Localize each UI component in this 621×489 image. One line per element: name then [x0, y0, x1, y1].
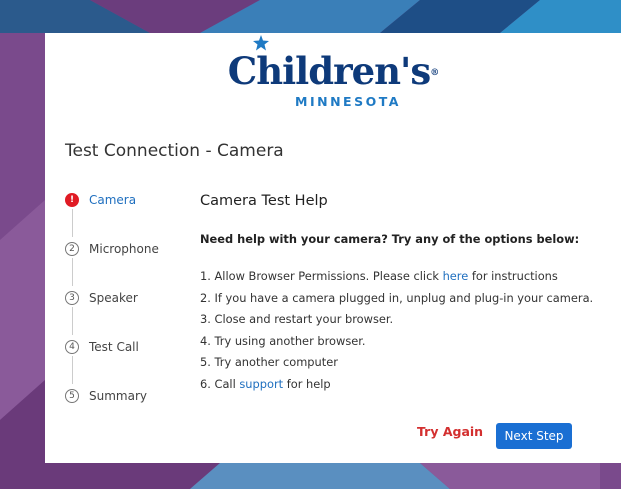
list-item: 5. Try another computer	[200, 352, 593, 374]
try-again-button[interactable]: Try Again	[417, 424, 483, 439]
step-number-icon: 5	[65, 389, 79, 403]
step-label: Speaker	[89, 291, 138, 305]
step-connector	[72, 356, 73, 384]
step-microphone[interactable]: 2 Microphone	[65, 239, 159, 259]
list-item: 6. Call support for help	[200, 374, 593, 396]
help-lead-text: Need help with your camera? Try any of t…	[200, 232, 580, 246]
instruction-text: for instructions	[468, 269, 558, 283]
step-label: Camera	[89, 193, 137, 207]
step-summary[interactable]: 5 Summary	[65, 386, 147, 406]
brand-logo: Children's® MINNESOTA	[45, 35, 621, 109]
help-title: Camera Test Help	[200, 193, 328, 209]
step-connector	[72, 258, 73, 286]
step-test-call[interactable]: 4 Test Call	[65, 337, 139, 357]
step-label: Microphone	[89, 242, 159, 256]
instruction-text: 3. Close and restart your browser.	[200, 312, 394, 326]
next-step-button[interactable]: Next Step	[496, 423, 572, 449]
instruction-text: 1. Allow Browser Permissions. Please cli…	[200, 269, 443, 283]
connection-test-card: Children's® MINNESOTA Test Connection - …	[45, 33, 621, 463]
instruction-text: 5. Try another computer	[200, 355, 338, 369]
exclamation-circle-icon: !	[65, 193, 79, 207]
step-connector	[72, 307, 73, 335]
instruction-text: 4. Try using another browser.	[200, 333, 366, 348]
instruction-text: for help	[283, 376, 331, 391]
permissions-link[interactable]: here	[443, 269, 469, 283]
instruction-text: 6. Call	[200, 376, 240, 391]
registered-mark: ®	[430, 68, 439, 78]
list-item: 2. If you have a camera plugged in, unpl…	[200, 288, 593, 310]
list-item: 4. Try using another browser.	[200, 331, 593, 353]
list-item: 1. Allow Browser Permissions. Please cli…	[200, 266, 593, 288]
instruction-text: 2. If you have a camera plugged in, unpl…	[200, 290, 594, 305]
brand-name: Children's®	[228, 35, 439, 90]
brand-subtitle: MINNESOTA	[295, 94, 401, 109]
brand-name-text: Children's	[227, 49, 431, 93]
step-label: Summary	[89, 389, 147, 403]
list-item: 3. Close and restart your browser.	[200, 309, 593, 331]
step-number-icon: 4	[65, 340, 79, 354]
step-camera[interactable]: ! Camera	[65, 190, 136, 210]
star-icon	[252, 35, 269, 51]
support-link[interactable]: support	[239, 377, 283, 391]
page-title: Test Connection - Camera	[65, 141, 284, 161]
step-number-icon: 2	[65, 242, 79, 256]
step-number-icon: 3	[65, 291, 79, 305]
step-connector	[72, 209, 73, 237]
step-speaker[interactable]: 3 Speaker	[65, 288, 138, 308]
step-label: Test Call	[89, 340, 139, 354]
help-instructions: 1. Allow Browser Permissions. Please cli…	[200, 266, 593, 395]
